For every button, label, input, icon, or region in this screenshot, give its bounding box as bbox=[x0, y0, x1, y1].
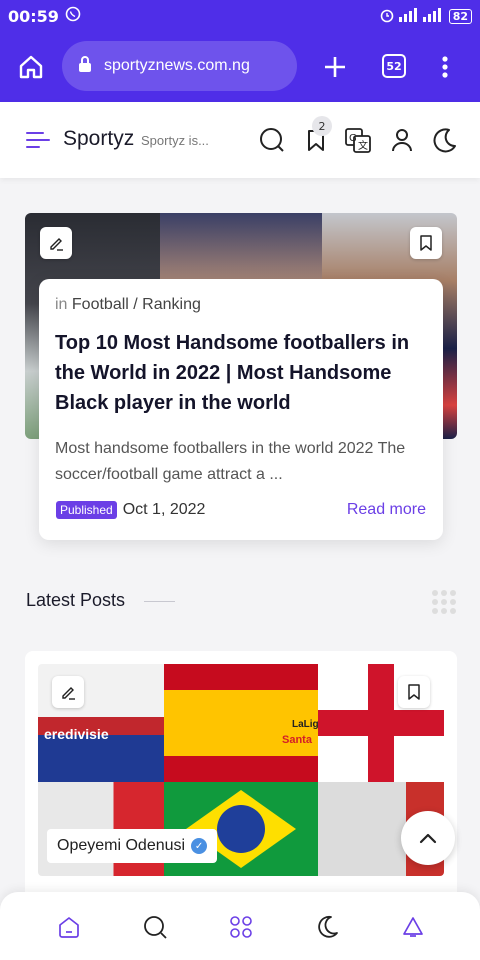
user-icon[interactable] bbox=[388, 126, 416, 154]
post-excerpt: Most handsome footballers in the world 2… bbox=[55, 440, 406, 483]
svg-text:G: G bbox=[349, 133, 357, 144]
url-text: sportyznews.com.ng bbox=[104, 57, 250, 74]
battery-indicator: 82 bbox=[448, 8, 472, 24]
author-chip[interactable]: Opeyemi Odenusi ✓ bbox=[47, 829, 218, 863]
moon-icon[interactable] bbox=[431, 126, 459, 154]
status-badge: Published bbox=[56, 501, 117, 519]
verified-icon: ✓ bbox=[191, 838, 208, 854]
featured-post-card[interactable]: in Football / Ranking Top 10 Most Handso… bbox=[39, 279, 443, 540]
bookmark-count-badge: 2 bbox=[312, 116, 332, 136]
site-header: Sportyz Sportyz is... G文 bbox=[0, 102, 480, 178]
category-link[interactable]: Football / Ranking bbox=[72, 296, 201, 313]
status-time: 00:59 bbox=[8, 6, 59, 26]
svg-text:文: 文 bbox=[358, 139, 368, 152]
post-title[interactable]: Top 10 Most Handsome footballers in the … bbox=[55, 328, 427, 418]
latest-post-card[interactable]: eredivisie LaLiga Santa Opeyemi Odenusi … bbox=[25, 651, 457, 911]
search-icon[interactable] bbox=[140, 912, 170, 942]
author-name[interactable]: Opeyemi Odenusi bbox=[57, 837, 185, 855]
post-meta: Published Oct 1, 2022 bbox=[56, 501, 205, 519]
alarm-icon bbox=[379, 7, 395, 26]
post-category[interactable]: in Football / Ranking bbox=[55, 296, 427, 314]
overflow-menu-icon[interactable] bbox=[423, 45, 467, 89]
home-icon[interactable] bbox=[54, 912, 84, 942]
address-bar[interactable]: sportyznews.com.ng bbox=[62, 41, 297, 91]
lock-icon bbox=[78, 55, 92, 78]
moon-icon[interactable] bbox=[312, 912, 342, 942]
santander-logo: Santa bbox=[282, 734, 312, 746]
bookmark-icon[interactable] bbox=[398, 676, 430, 708]
home-icon[interactable] bbox=[9, 45, 53, 89]
edit-icon[interactable] bbox=[40, 227, 72, 259]
bottom-navigation bbox=[0, 892, 480, 960]
spain-flag: LaLiga Santa bbox=[164, 664, 324, 782]
section-divider bbox=[144, 601, 175, 602]
dots-decoration-icon bbox=[432, 590, 458, 616]
site-tagline: Sportyz is... bbox=[141, 133, 209, 148]
bell-icon[interactable] bbox=[398, 912, 428, 942]
section-title: Latest Posts bbox=[26, 590, 126, 610]
status-bar: 00:59 82 bbox=[0, 0, 480, 32]
tab-switcher-button[interactable]: 52 bbox=[382, 54, 406, 78]
post-date: Oct 1, 2022 bbox=[122, 501, 206, 518]
search-icon[interactable] bbox=[258, 126, 286, 154]
scroll-to-top-button[interactable] bbox=[401, 811, 455, 865]
whatsapp-icon bbox=[65, 6, 81, 26]
category-prefix: in bbox=[55, 296, 68, 313]
bookmark-icon[interactable] bbox=[410, 227, 442, 259]
menu-icon[interactable] bbox=[26, 132, 50, 153]
signal-icon bbox=[398, 7, 445, 25]
site-brand[interactable]: Sportyz bbox=[63, 127, 134, 151]
browser-toolbar: sportyznews.com.ng 52 bbox=[0, 32, 480, 102]
read-more-link[interactable]: Read more bbox=[347, 501, 426, 519]
edit-icon[interactable] bbox=[52, 676, 84, 708]
apps-icon[interactable] bbox=[226, 912, 256, 942]
translate-icon[interactable]: G文 bbox=[344, 126, 372, 154]
new-tab-icon[interactable] bbox=[313, 45, 357, 89]
eredivisie-logo: eredivisie bbox=[44, 726, 109, 742]
